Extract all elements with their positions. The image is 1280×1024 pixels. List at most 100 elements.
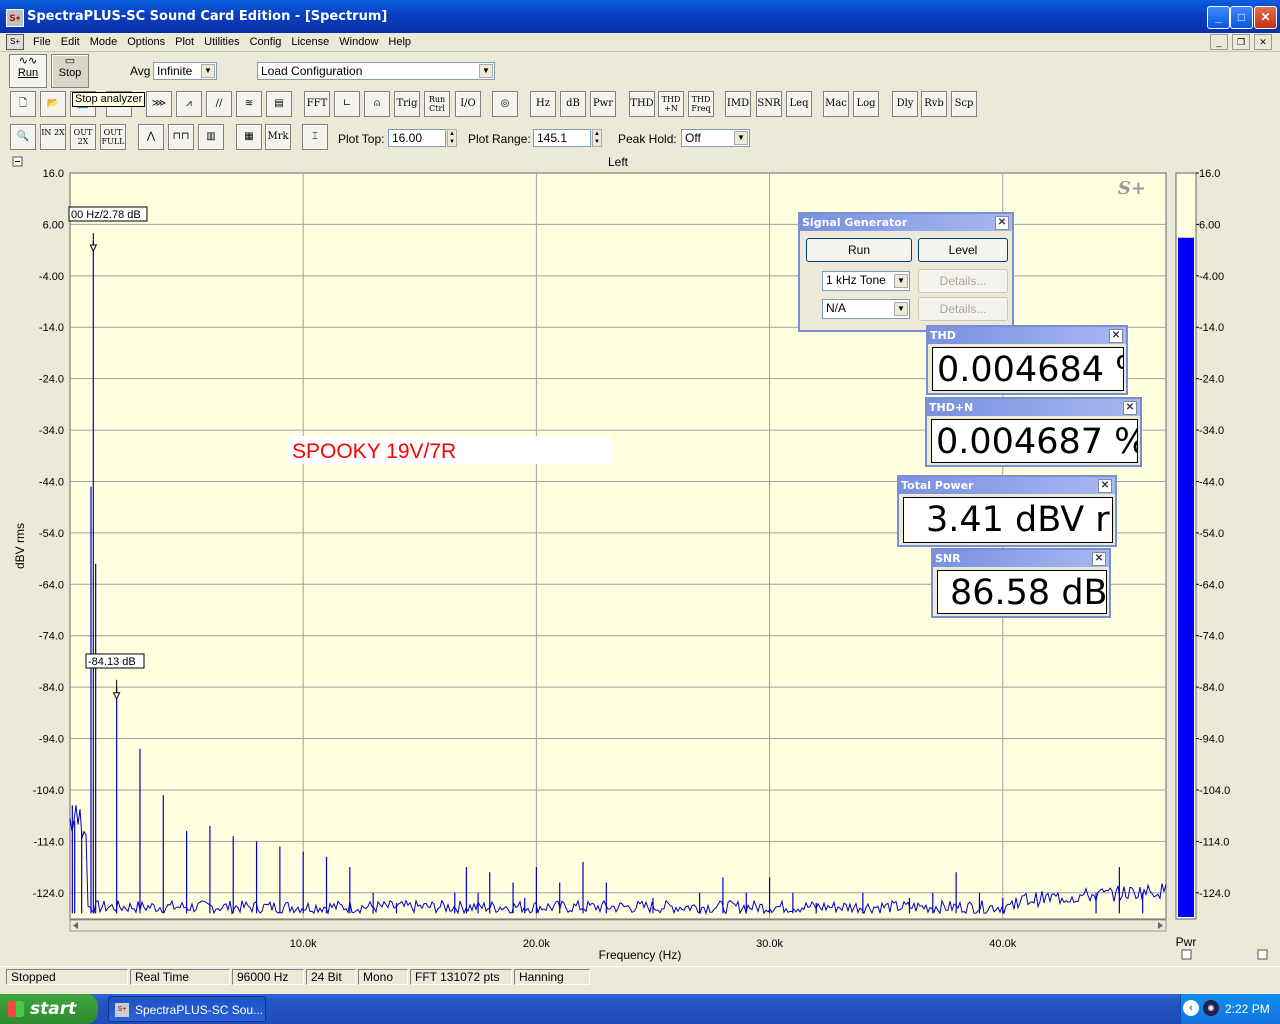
minimize-button[interactable]: _ bbox=[1207, 6, 1230, 29]
zoom-in-2x-button[interactable]: IN 2X bbox=[40, 124, 66, 150]
snr-button[interactable]: SNR bbox=[756, 91, 782, 117]
weighting-icon[interactable]: ⍝ bbox=[364, 91, 390, 117]
meter-collapse-icon[interactable] bbox=[1181, 949, 1192, 960]
stop-button[interactable]: ▭ Stop bbox=[51, 54, 89, 88]
peak-hold-select[interactable]: Off ▼ bbox=[681, 129, 750, 147]
pwr-button[interactable]: Pwr bbox=[590, 91, 616, 117]
avg-select[interactable]: Infinite ▼ bbox=[153, 62, 217, 80]
log-button[interactable]: Log bbox=[853, 91, 879, 117]
generator-details2-button[interactable]: Details... bbox=[918, 297, 1008, 321]
hz-button[interactable]: Hz bbox=[530, 91, 556, 117]
menu-window[interactable]: Window bbox=[334, 34, 383, 50]
mdi-close-button[interactable]: ✕ bbox=[1254, 34, 1272, 50]
waveform-icon[interactable]: ∕∕ bbox=[206, 91, 232, 117]
menu-help[interactable]: Help bbox=[383, 34, 416, 50]
plot-top-input[interactable]: 16.00 bbox=[388, 129, 446, 147]
signal-generator-icon[interactable]: ◎ bbox=[492, 91, 518, 117]
table-icon[interactable]: ▦ bbox=[236, 124, 262, 150]
menu-license[interactable]: License bbox=[286, 34, 334, 50]
close-icon[interactable]: ✕ bbox=[1092, 552, 1106, 566]
scp-button[interactable]: Scp bbox=[951, 91, 977, 117]
magnifier-icon[interactable]: 🔍 bbox=[10, 124, 36, 150]
spectrogram-icon[interactable]: ≋ bbox=[236, 91, 262, 117]
line-plot-icon[interactable]: ⋀ bbox=[138, 124, 164, 150]
mac-button[interactable]: Mac bbox=[823, 91, 849, 117]
close-icon[interactable]: ✕ bbox=[1109, 329, 1123, 343]
total-power-title[interactable]: Total Power bbox=[899, 477, 1115, 494]
zoom-out-2x-button[interactable]: OUT 2X bbox=[70, 124, 96, 150]
chevron-down-icon[interactable]: ▼ bbox=[894, 302, 908, 316]
generator-level-button[interactable]: Level bbox=[918, 238, 1008, 262]
chevron-down-icon[interactable]: ▼ bbox=[201, 64, 215, 78]
run-button[interactable]: ∿∿ Run bbox=[9, 54, 47, 88]
plot-range-input[interactable]: 145.1 bbox=[533, 129, 591, 147]
generator-details1-button[interactable]: Details... bbox=[918, 269, 1008, 293]
thd-window[interactable]: THD ✕ 0.004684 % bbox=[926, 325, 1128, 395]
bar-plot-icon[interactable]: ⊓⊓ bbox=[168, 124, 194, 150]
leq-button[interactable]: Leq bbox=[786, 91, 812, 117]
chevron-down-icon[interactable]: ▼ bbox=[894, 274, 908, 288]
trig-button[interactable]: Trig bbox=[394, 91, 420, 117]
status-cell: Mono bbox=[358, 969, 408, 985]
signal-generator-title[interactable]: Signal Generator bbox=[800, 214, 1012, 231]
maximize-button[interactable]: □ bbox=[1230, 6, 1253, 29]
title-bar[interactable]: S+ SpectraPLUS-SC Sound Card Edition - [… bbox=[0, 0, 1280, 33]
axis-icon[interactable]: ∟ bbox=[334, 91, 360, 117]
menu-plot[interactable]: Plot bbox=[170, 34, 199, 50]
chevron-down-icon[interactable]: ▼ bbox=[734, 131, 748, 145]
menu-edit[interactable]: Edit bbox=[56, 34, 85, 50]
run-ctrl-button[interactable]: Run Ctrl bbox=[424, 91, 450, 117]
snr-title[interactable]: SNR bbox=[933, 550, 1109, 567]
thd-freq-button[interactable]: THD Freq bbox=[688, 91, 714, 117]
thd-n-button[interactable]: THD +N bbox=[658, 91, 684, 117]
plot-range-spinner[interactable]: ▲ ▼ bbox=[592, 129, 602, 147]
menu-file[interactable]: File bbox=[28, 34, 56, 50]
zoom-full-button[interactable]: OUT FULL bbox=[100, 124, 126, 150]
snr-window[interactable]: SNR ✕ 86.58 dB bbox=[931, 548, 1111, 618]
fft-button[interactable]: FFT bbox=[304, 91, 330, 117]
generator-source2-select[interactable]: N/A ▼ bbox=[822, 299, 910, 319]
menu-utilities[interactable]: Utilities bbox=[199, 34, 244, 50]
generator-run-button[interactable]: Run bbox=[806, 238, 912, 262]
menu-mode[interactable]: Mode bbox=[85, 34, 123, 50]
chevron-left-icon[interactable]: ‹ bbox=[1183, 1000, 1199, 1016]
mdi-restore-button[interactable]: ❐ bbox=[1232, 34, 1250, 50]
taskbar-item-spectraplus[interactable]: S+ SpectraPLUS-SC Sou... bbox=[108, 996, 266, 1022]
total-power-window[interactable]: Total Power ✕ 3.41 dBV rm bbox=[897, 475, 1117, 547]
3d-surface-icon[interactable]: ▤ bbox=[266, 91, 292, 117]
close-icon[interactable]: ✕ bbox=[1123, 401, 1137, 415]
mdi-minimize-button[interactable]: _ bbox=[1210, 34, 1228, 50]
thdn-title[interactable]: THD+N bbox=[927, 399, 1140, 416]
menu-options[interactable]: Options bbox=[122, 34, 170, 50]
fast-forward-icon[interactable]: ⋙ bbox=[146, 91, 172, 117]
app-icon[interactable]: S+ bbox=[6, 9, 24, 27]
dly-button[interactable]: Dly bbox=[892, 91, 918, 117]
db-button[interactable]: dB bbox=[560, 91, 586, 117]
new-file-icon[interactable]: 🗋 bbox=[10, 91, 36, 117]
tray-app-icon[interactable]: ◉ bbox=[1203, 1000, 1219, 1016]
thd-title[interactable]: THD bbox=[928, 327, 1126, 344]
io-button[interactable]: I/O bbox=[455, 91, 481, 117]
thdn-window[interactable]: THD+N ✕ 0.004687 % bbox=[925, 397, 1142, 467]
signal-generator-window[interactable]: Signal Generator ✕ Run Level 1 kHz Tone ▼… bbox=[798, 212, 1014, 332]
spectrum-icon[interactable]: ⩘ bbox=[176, 91, 202, 117]
rvb-button[interactable]: Rvb bbox=[921, 91, 947, 117]
horizontal-scrollbar[interactable] bbox=[69, 919, 1167, 932]
document-icon[interactable]: S+ bbox=[6, 34, 24, 50]
load-configuration-select[interactable]: Load Configuration ▼ bbox=[257, 62, 495, 80]
start-button[interactable]: start bbox=[0, 994, 98, 1024]
plot-top-spinner[interactable]: ▲ ▼ bbox=[447, 129, 457, 147]
menu-config[interactable]: Config bbox=[245, 34, 287, 50]
octave-bars-icon[interactable]: ▥ bbox=[198, 124, 224, 150]
marker-button[interactable]: Mrk bbox=[265, 124, 291, 150]
thd-button[interactable]: THD bbox=[629, 91, 655, 117]
generator-source1-select[interactable]: 1 kHz Tone ▼ bbox=[822, 271, 910, 291]
scale-icon[interactable]: ⌶ bbox=[302, 124, 328, 150]
chevron-down-icon[interactable]: ▼ bbox=[479, 64, 493, 78]
open-folder-icon[interactable]: 📂 bbox=[40, 91, 66, 117]
expand-icon[interactable] bbox=[1257, 949, 1268, 960]
close-icon[interactable]: ✕ bbox=[1098, 479, 1112, 493]
imd-button[interactable]: IMD bbox=[725, 91, 751, 117]
close-button[interactable]: ✕ bbox=[1254, 6, 1277, 29]
close-icon[interactable]: ✕ bbox=[995, 216, 1009, 230]
